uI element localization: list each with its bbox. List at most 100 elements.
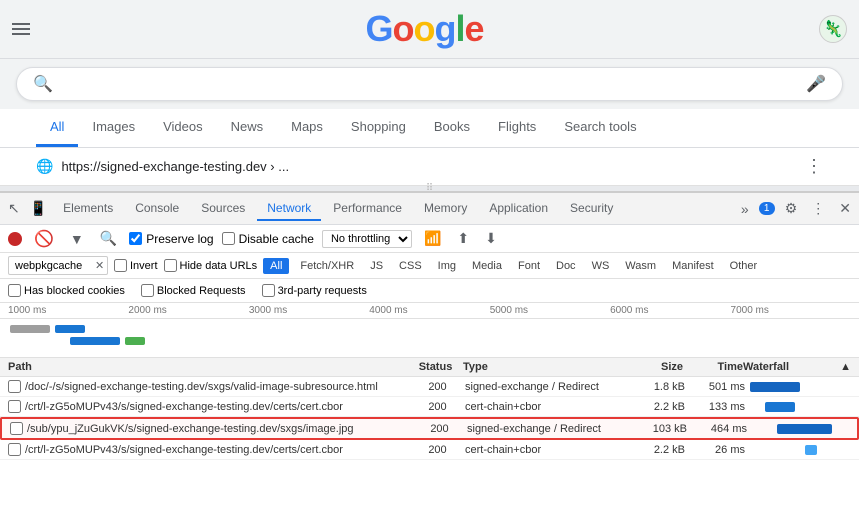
close-devtools-icon[interactable]: ✕ [835,198,855,219]
type-filter-css[interactable]: CSS [394,259,427,273]
col-header-waterfall[interactable]: Waterfall ▲ [743,361,851,373]
type-filter-font[interactable]: Font [513,259,545,273]
row-status-3: 200 [410,444,465,456]
filter-icon[interactable]: ▼ [66,229,88,249]
wifi-icon[interactable]: 📶 [420,228,445,249]
table-row[interactable]: /doc/-/s/signed-exchange-testing.dev/sxg… [0,377,859,397]
tab-news[interactable]: News [217,109,278,147]
tab-security[interactable]: Security [560,197,623,221]
table-row-highlighted[interactable]: /sub/ypu_jZuGukVK/s/signed-exchange-test… [0,417,859,440]
search-bar: 🔍 "SXG content with an image" 🎤 [16,67,843,101]
type-filter-doc[interactable]: Doc [551,259,581,273]
table-row[interactable]: /crt/l-zG5oMUPv43/s/signed-exchange-test… [0,397,859,417]
timeline-area: 1000 ms 2000 ms 3000 ms 4000 ms 5000 ms … [0,303,859,358]
tab-books[interactable]: Books [420,109,484,147]
type-filter-manifest[interactable]: Manifest [667,259,719,273]
preserve-log-checkbox[interactable]: Preserve log [129,232,213,246]
row-type-0: signed-exchange / Redirect [465,381,625,393]
tab-all[interactable]: All [36,109,78,147]
network-table[interactable]: /doc/-/s/signed-exchange-testing.dev/sxg… [0,377,859,491]
clear-button[interactable]: 🚫 [30,227,58,251]
avatar[interactable]: 🦎 [819,15,847,43]
devtools-cursor-icon[interactable]: ↖ [4,198,24,219]
row-waterfall-0 [745,382,851,392]
type-filter-fetch[interactable]: Fetch/XHR [295,259,359,273]
google-logo: Google [365,8,483,50]
settings-icon[interactable]: ⚙ [781,198,802,219]
import-icon[interactable]: ⬆ [453,228,473,249]
row-checkbox-0[interactable] [8,380,21,393]
type-filter-wasm[interactable]: Wasm [620,259,661,273]
tick-3000: 3000 ms [249,305,369,316]
tab-search-tools[interactable]: Search tools [550,109,650,147]
invert-checkbox[interactable]: Invert [114,259,158,272]
result-url: https://signed-exchange-testing.dev › ..… [61,159,289,174]
row-path-0: /doc/-/s/signed-exchange-testing.dev/sxg… [25,381,410,393]
third-party-checkbox[interactable]: 3rd-party requests [262,284,367,297]
tab-network[interactable]: Network [257,197,321,221]
throttle-select[interactable]: No throttling [322,230,412,248]
hamburger-icon[interactable] [12,23,30,35]
tab-performance[interactable]: Performance [323,197,412,221]
devtools-toolbar: ↖ 📱 Elements Console Sources Network Per… [0,193,859,225]
type-filter-ws[interactable]: WS [587,259,615,273]
search-network-icon[interactable]: 🔍 [96,228,121,249]
row-checkbox-2[interactable] [10,422,23,435]
col-header-type[interactable]: Type [463,361,623,373]
row-type-3: cert-chain+cbor [465,444,625,456]
tick-5000: 5000 ms [490,305,610,316]
col-header-size[interactable]: Size [623,361,683,373]
record-button[interactable] [8,232,22,246]
devtools-more-icon[interactable]: ⋮ [807,198,829,219]
search-result: 🌐 https://signed-exchange-testing.dev › … [0,148,859,186]
tab-sources[interactable]: Sources [191,197,255,221]
devtools-mobile-icon[interactable]: 📱 [26,198,51,219]
tab-console[interactable]: Console [125,197,189,221]
globe-icon: 🌐 [36,158,53,175]
blocked-cookies-checkbox[interactable]: Has blocked cookies [8,284,125,297]
tab-memory[interactable]: Memory [414,197,477,221]
search-input[interactable]: "SXG content with an image" [61,76,798,93]
hide-data-urls-checkbox[interactable]: Hide data URLs [164,259,258,272]
tab-shopping[interactable]: Shopping [337,109,420,147]
filter-input[interactable] [15,260,95,272]
tab-videos[interactable]: Videos [149,109,217,147]
row-path-3: /crt/l-zG5oMUPv43/s/signed-exchange-test… [25,444,410,456]
row-time-2: 464 ms [687,423,747,435]
tab-elements[interactable]: Elements [53,197,123,221]
filter-input-wrap: ✕ [8,256,108,275]
col-header-status[interactable]: Status [408,361,463,373]
table-row[interactable]: /crt/l-zG5oMUPv43/s/signed-exchange-test… [0,440,859,460]
tab-maps[interactable]: Maps [277,109,337,147]
more-tabs-icon[interactable]: » [737,199,753,219]
filter-row: ✕ Invert Hide data URLs All Fetch/XHR JS… [0,253,859,279]
row-time-1: 133 ms [685,401,745,413]
row-checkbox-3[interactable] [8,443,21,456]
mic-icon[interactable]: 🎤 [806,74,826,94]
row-path-2: /sub/ypu_jZuGukVK/s/signed-exchange-test… [27,423,412,435]
type-filter-all[interactable]: All [263,258,289,274]
row-time-3: 26 ms [685,444,745,456]
result-more-icon[interactable]: ⋮ [805,156,823,177]
type-filter-media[interactable]: Media [467,259,507,273]
export-icon[interactable]: ⬇ [481,228,501,249]
devtools-toolbar-right: » 1 ⚙ ⋮ ✕ [737,198,855,219]
row-waterfall-2 [747,424,849,434]
col-header-time[interactable]: Time [683,361,743,373]
tab-flights[interactable]: Flights [484,109,550,147]
row-status-2: 200 [412,423,467,435]
filter-clear-icon[interactable]: ✕ [95,259,104,272]
type-filter-js[interactable]: JS [365,259,388,273]
col-header-path[interactable]: Path [8,361,408,373]
tick-7000: 7000 ms [731,305,851,316]
type-filter-img[interactable]: Img [433,259,461,273]
timeline-bars [0,319,859,357]
blocked-requests-checkbox[interactable]: Blocked Requests [141,284,246,297]
devtools-panel: ↖ 📱 Elements Console Sources Network Per… [0,191,859,491]
nav-tabs: All Images Videos News Maps Shopping Boo… [0,109,859,148]
type-filter-other[interactable]: Other [725,259,763,273]
tab-application[interactable]: Application [479,197,558,221]
disable-cache-checkbox[interactable]: Disable cache [222,232,314,246]
row-checkbox-1[interactable] [8,400,21,413]
tab-images[interactable]: Images [78,109,149,147]
